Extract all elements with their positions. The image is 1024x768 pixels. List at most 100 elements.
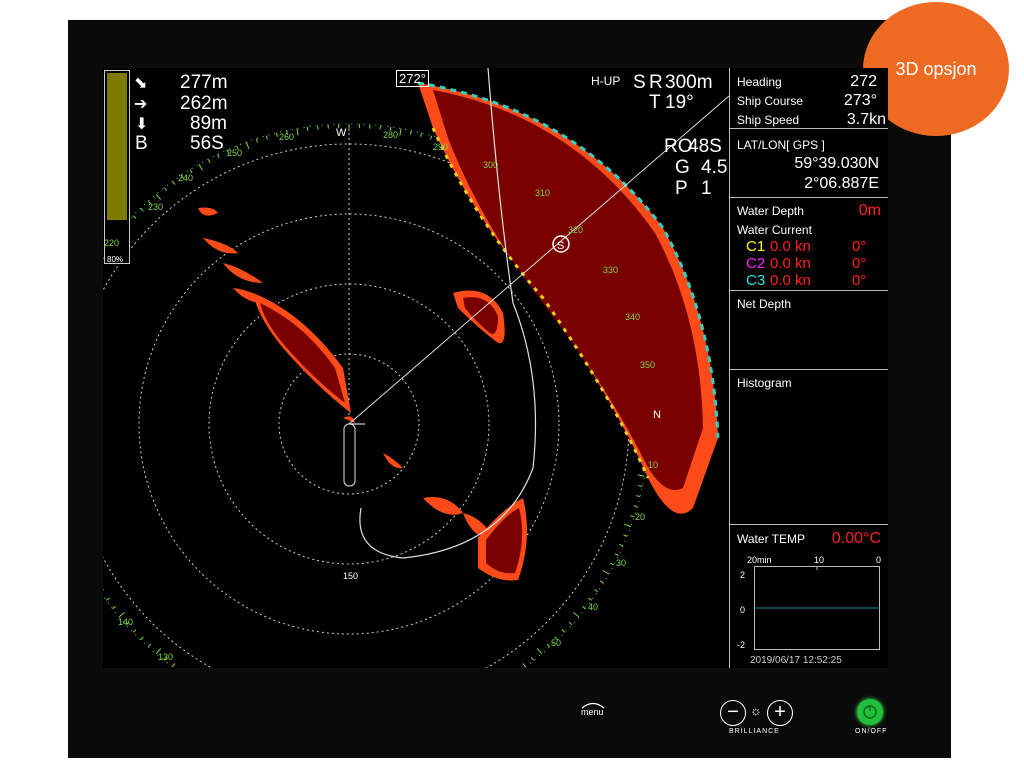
graph-top-label: 20min [747, 555, 772, 565]
gain-value: 4.5 [701, 157, 728, 178]
gain-scale-label: 220 [104, 238, 120, 248]
brilliance-minus-button[interactable]: − [720, 700, 746, 726]
bearing-tick [207, 158, 211, 163]
bearing-tick [112, 605, 117, 610]
graph-top-label: 0 [876, 555, 882, 565]
north-label: N [653, 409, 661, 421]
bearing-tick [581, 605, 586, 610]
bearing-label: 30 [616, 558, 626, 568]
bearing-label: 250 [227, 148, 242, 158]
slant-range-value: 277m [180, 72, 228, 93]
water-section: Water Depth 0m Water Current C1 0.0 kn 0… [730, 198, 888, 291]
bearing-label: 320 [568, 225, 583, 235]
datetime-readout: 2019/06/17 12:52:25 [750, 655, 842, 666]
bearing-label-b: B [135, 133, 148, 154]
bearing-tick [561, 629, 566, 633]
ship-course-label: Ship Course [737, 94, 804, 108]
bearing-label: 350 [640, 360, 655, 370]
bearing-label: 260 [279, 132, 294, 142]
water-depth-label: Water Depth [737, 204, 804, 218]
bearing-tick [522, 663, 526, 667]
bearing-tick [546, 643, 551, 648]
gain-bar-fill [107, 73, 127, 220]
current-c3-name: C3 [746, 272, 766, 289]
bearing-tick [619, 543, 624, 547]
brilliance-plus-button[interactable]: + [767, 700, 793, 726]
latitude-value: 59°39.030N [794, 155, 879, 172]
gain-label: G [675, 157, 690, 178]
bearing-label: 140 [118, 617, 133, 627]
bearing-label: 130 [158, 652, 173, 662]
heading-value: 272 [850, 73, 877, 90]
horizontal-range-value: 262m [180, 93, 228, 114]
range-value: 300m [665, 72, 713, 93]
bearing-tick [265, 135, 268, 140]
heading-label: Heading [737, 75, 782, 89]
ship-speed-value: 3.7kn [846, 111, 886, 128]
sonar-display[interactable]: S 230 240 250 260 280 290 300 310 320 33… [103, 68, 729, 668]
bearing-tick [255, 138, 259, 143]
power-button[interactable] [857, 699, 883, 725]
current-c1-speed: 0.0 kn [770, 238, 811, 255]
bearing-tick [637, 474, 645, 477]
bearing-tick [132, 215, 137, 219]
bearing-tick [614, 553, 619, 556]
bearing-tick [420, 132, 423, 137]
bearing-tick [306, 126, 309, 131]
graph-y-label: 2 [740, 570, 746, 580]
water-temp-section: Water TEMP 0.00°C 20min 10 0 2 0 -2 2019… [730, 525, 888, 668]
bearing-tick [140, 207, 144, 212]
tilt-letter: T [649, 92, 661, 113]
bearing-tick [399, 128, 402, 136]
bearing-label: 280 [383, 130, 398, 140]
bearing-label: 50 [551, 638, 561, 648]
water-temp-label: Water TEMP [737, 532, 806, 546]
plus-icon: + [774, 701, 786, 723]
net-depth-section: Net Depth [730, 291, 888, 370]
bearing-tick [588, 597, 592, 601]
orientation-mode: H-UP [591, 74, 621, 88]
bearing-tick [103, 589, 104, 591]
3d-option-label: 3D opsjon [895, 58, 977, 79]
ship-info-section: Heading 272 Ship Course 273° Ship Speed … [730, 68, 888, 129]
heading-marker: 272° [396, 70, 429, 87]
sonar-mode-letter: S [633, 72, 646, 93]
bearing-tick [430, 135, 433, 140]
bearing-tick [630, 514, 635, 518]
minus-icon: − [727, 701, 739, 723]
position-section: LAT/LON[ GPS ] 59°39.030N 2°06.887E [730, 129, 888, 198]
ship-course-value: 273° [843, 92, 877, 109]
horizontal-range-icon: ➔ [134, 96, 148, 113]
brilliance-label: BRILLIANCE [729, 728, 780, 735]
bearing-label: 20 [635, 512, 645, 522]
bearing-tick [594, 589, 598, 593]
water-current-label: Water Current [737, 223, 812, 237]
bearing-value: 56S [190, 133, 224, 154]
bearing-tick [198, 163, 203, 171]
bearing-tick [573, 611, 580, 618]
bearing-tick [132, 629, 137, 633]
bearing-tick [536, 648, 543, 655]
slant-range-icon: ⬊ [134, 75, 148, 92]
bearing-tick [275, 132, 278, 137]
bearing-tick [638, 485, 643, 487]
current-c3-direction: 0° [852, 272, 867, 289]
sonar-screen: S 230 240 250 260 280 290 300 310 320 33… [103, 68, 888, 668]
tilt-value: 19° [665, 92, 694, 113]
bearing-tick [155, 193, 162, 200]
gain-bar[interactable]: 80% [104, 70, 130, 264]
bearing-tick [106, 597, 110, 601]
bearing-label: 240 [178, 173, 193, 183]
bearing-tick [163, 187, 168, 192]
bearing-tick [636, 495, 641, 498]
longitude-value: 2°06.887E [804, 175, 879, 192]
brilliance-sun-icon: ☼ [750, 703, 762, 718]
power-icon [863, 705, 877, 719]
bearing-tick [245, 141, 250, 149]
histogram-label: Histogram [737, 376, 792, 390]
menu-label: menu [581, 707, 604, 717]
menu-button[interactable]: menu [578, 699, 608, 721]
bearing-tick [623, 534, 628, 537]
bearing-tick [172, 181, 176, 185]
bearing-label: 340 [625, 312, 640, 322]
